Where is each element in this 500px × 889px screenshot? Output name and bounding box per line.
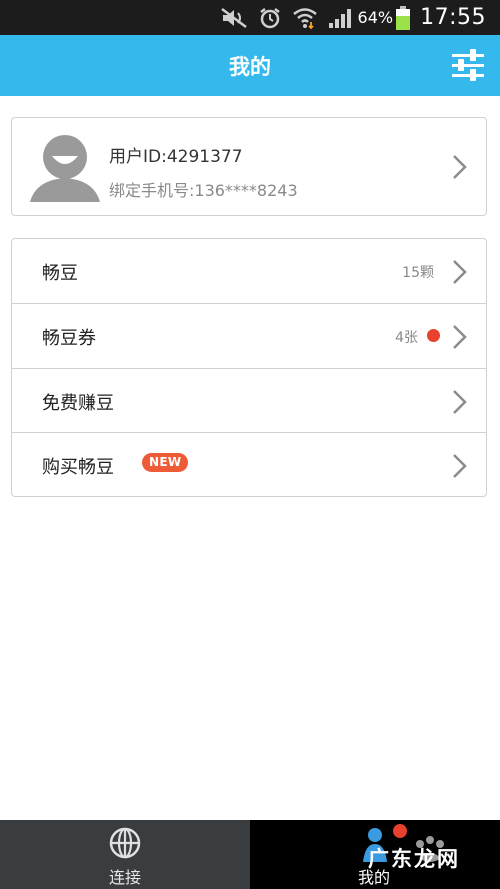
- menu-item-buy[interactable]: 购买畅豆 NEW: [12, 433, 486, 497]
- user-id: 用户ID:4291377: [109, 147, 243, 167]
- watermark-text: 广东龙网: [368, 847, 460, 871]
- profile-card[interactable]: 用户ID:4291377 绑定手机号:136****8243: [11, 117, 487, 216]
- menu-item-label: 畅豆券: [42, 328, 96, 349]
- menu-item-label: 免费赚豆: [42, 393, 114, 414]
- chevron-right-icon: [452, 389, 468, 415]
- page-title: 我的: [229, 54, 271, 79]
- chevron-right-icon: [452, 453, 468, 479]
- chevron-right-icon: [452, 324, 468, 350]
- menu-card: 畅豆 15颗 畅豆券 4张 免费赚豆 购买畅豆 NEW: [11, 238, 487, 497]
- menu-item-coupon[interactable]: 畅豆券 4张: [12, 304, 486, 368]
- tab-connect[interactable]: 连接: [0, 820, 250, 889]
- signal-icon: [328, 7, 352, 29]
- menu-item-value: 4张: [395, 330, 418, 346]
- menu-item-value: 15颗: [402, 265, 434, 281]
- alarm-icon: [258, 6, 282, 30]
- menu-item-changdou[interactable]: 畅豆 15颗: [12, 239, 486, 303]
- menu-item-label: 购买畅豆: [42, 457, 114, 478]
- app-header: 我的: [0, 35, 500, 96]
- battery-percent: 64%: [357, 8, 394, 27]
- menu-item-earn-free[interactable]: 免费赚豆: [12, 369, 486, 433]
- mute-icon: [220, 7, 248, 29]
- menu-item-label: 畅豆: [42, 263, 78, 284]
- bound-phone: 绑定手机号:136****8243: [109, 181, 298, 200]
- new-badge: NEW: [142, 453, 189, 472]
- status-time: 17:55: [420, 5, 486, 30]
- chevron-right-icon: [452, 154, 468, 180]
- tab-label: 连接: [108, 868, 141, 887]
- app-screen: 64% 17:55 我的 用户ID:4291377 绑定手机号:136****8…: [0, 0, 500, 889]
- chevron-right-icon: [452, 259, 468, 285]
- wifi-icon: [292, 6, 318, 30]
- sliders-icon[interactable]: [450, 47, 486, 83]
- battery-icon: [396, 5, 411, 30]
- status-bar: 64% 17:55: [0, 0, 500, 35]
- globe-icon: [108, 826, 142, 860]
- avatar: [30, 132, 100, 202]
- notification-dot: [427, 329, 440, 342]
